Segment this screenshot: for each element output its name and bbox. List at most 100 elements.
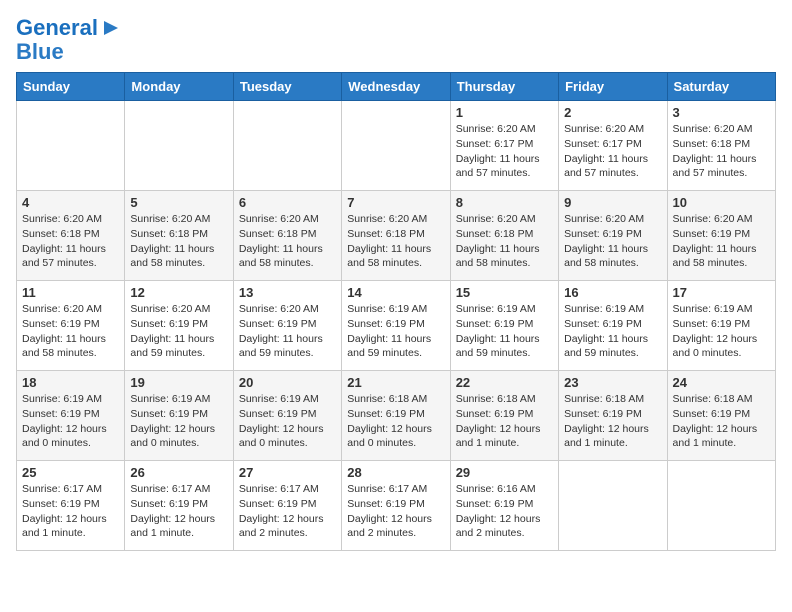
- day-info: Sunrise: 6:20 AM Sunset: 6:19 PM Dayligh…: [673, 212, 770, 271]
- logo-blue-text: Blue: [16, 40, 64, 64]
- calendar-cell: 24Sunrise: 6:18 AM Sunset: 6:19 PM Dayli…: [667, 371, 775, 461]
- calendar-cell: 4 Sunrise: 6:20 AM Sunset: 6:18 PM Daylig…: [17, 191, 125, 281]
- calendar-cell: 16 Sunrise: 6:19 AM Sunset: 6:19 PM Dayli…: [559, 281, 667, 371]
- calendar-week-row: 18 Sunrise: 6:19 AM Sunset: 6:19 PM Dayli…: [17, 371, 776, 461]
- calendar-cell: [17, 101, 125, 191]
- calendar-cell: 12Sunrise: 6:20 AM Sunset: 6:19 PM Dayli…: [125, 281, 233, 371]
- day-info: Sunrise: 6:20 AM Sunset: 6:19 PM Dayligh…: [22, 302, 119, 361]
- calendar-cell: 2 Sunrise: 6:20 AM Sunset: 6:17 PM Daylig…: [559, 101, 667, 191]
- calendar-cell: 15 Sunrise: 6:19 AM Sunset: 6:19 PM Dayli…: [450, 281, 558, 371]
- day-info: Sunrise: 6:20 AM Sunset: 6:19 PM Dayligh…: [239, 302, 336, 361]
- weekday-header-sunday: Sunday: [17, 73, 125, 101]
- day-number: 23: [564, 375, 661, 390]
- day-info: Sunrise: 6:19 AM Sunset: 6:19 PM Dayligh…: [564, 302, 661, 361]
- calendar-cell: 17Sunrise: 6:19 AM Sunset: 6:19 PM Dayli…: [667, 281, 775, 371]
- day-number: 22: [456, 375, 553, 390]
- day-number: 15: [456, 285, 553, 300]
- calendar-cell: 23 Sunrise: 6:18 AM Sunset: 6:19 PM Dayli…: [559, 371, 667, 461]
- calendar-cell: 21 Sunrise: 6:18 AM Sunset: 6:19 PM Dayli…: [342, 371, 450, 461]
- day-number: 16: [564, 285, 661, 300]
- day-number: 29: [456, 465, 553, 480]
- day-info: Sunrise: 6:20 AM Sunset: 6:18 PM Dayligh…: [347, 212, 444, 271]
- calendar-cell: [667, 461, 775, 551]
- day-number: 25: [22, 465, 119, 480]
- day-number: 6: [239, 195, 336, 210]
- day-info: Sunrise: 6:18 AM Sunset: 6:19 PM Dayligh…: [564, 392, 661, 451]
- day-info: Sunrise: 6:19 AM Sunset: 6:19 PM Dayligh…: [22, 392, 119, 451]
- calendar-cell: 18 Sunrise: 6:19 AM Sunset: 6:19 PM Dayli…: [17, 371, 125, 461]
- day-number: 2: [564, 105, 661, 120]
- calendar-week-row: 1 Sunrise: 6:20 AM Sunset: 6:17 PM Daylig…: [17, 101, 776, 191]
- day-number: 11: [22, 285, 119, 300]
- calendar-cell: 28 Sunrise: 6:17 AM Sunset: 6:19 PM Dayli…: [342, 461, 450, 551]
- weekday-header-thursday: Thursday: [450, 73, 558, 101]
- day-info: Sunrise: 6:18 AM Sunset: 6:19 PM Dayligh…: [673, 392, 770, 451]
- weekday-header-wednesday: Wednesday: [342, 73, 450, 101]
- weekday-header-saturday: Saturday: [667, 73, 775, 101]
- day-number: 21: [347, 375, 444, 390]
- logo-text: General: [16, 16, 98, 40]
- day-number: 13: [239, 285, 336, 300]
- day-info: Sunrise: 6:17 AM Sunset: 6:19 PM Dayligh…: [22, 482, 119, 541]
- calendar-cell: 26 Sunrise: 6:17 AM Sunset: 6:19 PM Dayli…: [125, 461, 233, 551]
- calendar-cell: 19Sunrise: 6:19 AM Sunset: 6:19 PM Dayli…: [125, 371, 233, 461]
- day-info: Sunrise: 6:20 AM Sunset: 6:19 PM Dayligh…: [564, 212, 661, 271]
- calendar-week-row: 11 Sunrise: 6:20 AM Sunset: 6:19 PM Dayli…: [17, 281, 776, 371]
- day-number: 28: [347, 465, 444, 480]
- calendar-cell: 11 Sunrise: 6:20 AM Sunset: 6:19 PM Dayli…: [17, 281, 125, 371]
- day-info: Sunrise: 6:20 AM Sunset: 6:18 PM Dayligh…: [456, 212, 553, 271]
- day-number: 10: [673, 195, 770, 210]
- day-info: Sunrise: 6:17 AM Sunset: 6:19 PM Dayligh…: [239, 482, 336, 541]
- calendar-cell: [233, 101, 341, 191]
- day-number: 14: [347, 285, 444, 300]
- day-number: 8: [456, 195, 553, 210]
- weekday-header-row: SundayMondayTuesdayWednesdayThursdayFrid…: [17, 73, 776, 101]
- day-info: Sunrise: 6:18 AM Sunset: 6:19 PM Dayligh…: [347, 392, 444, 451]
- calendar-cell: 6 Sunrise: 6:20 AM Sunset: 6:18 PM Daylig…: [233, 191, 341, 281]
- day-number: 18: [22, 375, 119, 390]
- day-number: 4: [22, 195, 119, 210]
- day-number: 7: [347, 195, 444, 210]
- weekday-header-friday: Friday: [559, 73, 667, 101]
- day-info: Sunrise: 6:20 AM Sunset: 6:17 PM Dayligh…: [564, 122, 661, 181]
- logo-arrow-icon: [100, 17, 122, 39]
- calendar-cell: [559, 461, 667, 551]
- page-header: General Blue: [16, 16, 776, 64]
- calendar-cell: 22 Sunrise: 6:18 AM Sunset: 6:19 PM Dayli…: [450, 371, 558, 461]
- day-info: Sunrise: 6:19 AM Sunset: 6:19 PM Dayligh…: [239, 392, 336, 451]
- day-info: Sunrise: 6:18 AM Sunset: 6:19 PM Dayligh…: [456, 392, 553, 451]
- day-info: Sunrise: 6:20 AM Sunset: 6:18 PM Dayligh…: [239, 212, 336, 271]
- calendar-cell: 8 Sunrise: 6:20 AM Sunset: 6:18 PM Daylig…: [450, 191, 558, 281]
- calendar-week-row: 4 Sunrise: 6:20 AM Sunset: 6:18 PM Daylig…: [17, 191, 776, 281]
- calendar-table: SundayMondayTuesdayWednesdayThursdayFrid…: [16, 72, 776, 551]
- calendar-cell: 14 Sunrise: 6:19 AM Sunset: 6:19 PM Dayli…: [342, 281, 450, 371]
- calendar-cell: [342, 101, 450, 191]
- day-number: 5: [130, 195, 227, 210]
- day-number: 27: [239, 465, 336, 480]
- calendar-cell: 7 Sunrise: 6:20 AM Sunset: 6:18 PM Daylig…: [342, 191, 450, 281]
- day-info: Sunrise: 6:16 AM Sunset: 6:19 PM Dayligh…: [456, 482, 553, 541]
- logo: General Blue: [16, 16, 122, 64]
- weekday-header-tuesday: Tuesday: [233, 73, 341, 101]
- calendar-cell: 10 Sunrise: 6:20 AM Sunset: 6:19 PM Dayli…: [667, 191, 775, 281]
- day-number: 26: [130, 465, 227, 480]
- weekday-header-monday: Monday: [125, 73, 233, 101]
- day-info: Sunrise: 6:19 AM Sunset: 6:19 PM Dayligh…: [456, 302, 553, 361]
- day-number: 19: [130, 375, 227, 390]
- day-info: Sunrise: 6:20 AM Sunset: 6:17 PM Dayligh…: [456, 122, 553, 181]
- day-info: Sunrise: 6:17 AM Sunset: 6:19 PM Dayligh…: [347, 482, 444, 541]
- day-info: Sunrise: 6:20 AM Sunset: 6:18 PM Dayligh…: [673, 122, 770, 181]
- calendar-cell: 5 Sunrise: 6:20 AM Sunset: 6:18 PM Daylig…: [125, 191, 233, 281]
- day-info: Sunrise: 6:19 AM Sunset: 6:19 PM Dayligh…: [347, 302, 444, 361]
- day-number: 1: [456, 105, 553, 120]
- day-number: 20: [239, 375, 336, 390]
- day-info: Sunrise: 6:20 AM Sunset: 6:18 PM Dayligh…: [130, 212, 227, 271]
- day-number: 17: [673, 285, 770, 300]
- day-info: Sunrise: 6:20 AM Sunset: 6:18 PM Dayligh…: [22, 212, 119, 271]
- calendar-cell: 20 Sunrise: 6:19 AM Sunset: 6:19 PM Dayli…: [233, 371, 341, 461]
- day-info: Sunrise: 6:17 AM Sunset: 6:19 PM Dayligh…: [130, 482, 227, 541]
- day-number: 3: [673, 105, 770, 120]
- calendar-cell: 27 Sunrise: 6:17 AM Sunset: 6:19 PM Dayli…: [233, 461, 341, 551]
- calendar-cell: [125, 101, 233, 191]
- calendar-cell: 29 Sunrise: 6:16 AM Sunset: 6:19 PM Dayli…: [450, 461, 558, 551]
